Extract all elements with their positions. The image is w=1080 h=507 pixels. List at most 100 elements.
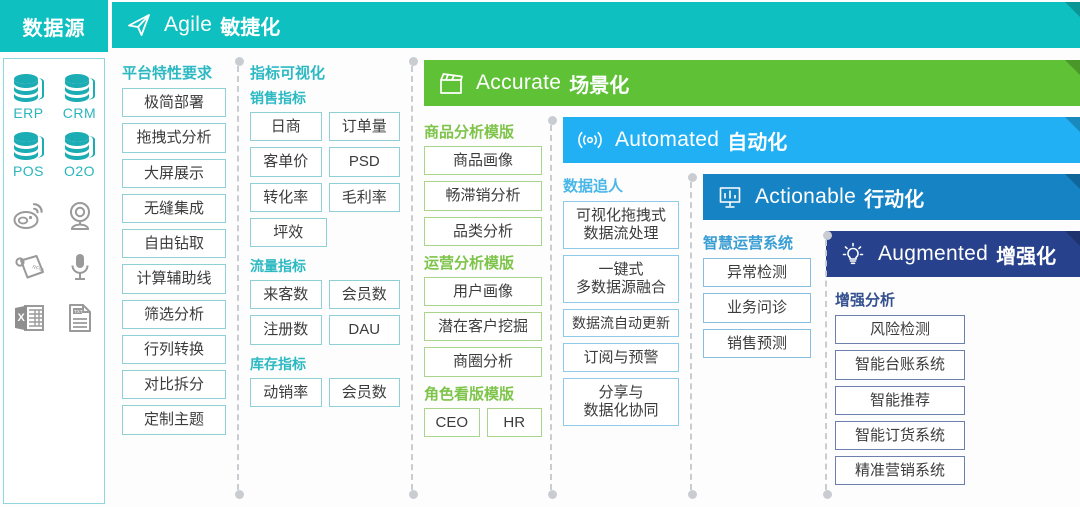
chip[interactable]: 计算辅助线	[122, 264, 226, 294]
fold-corner	[1065, 60, 1080, 75]
datasource-item-textfile[interactable]: TXT	[67, 303, 93, 338]
chip[interactable]: 日商	[250, 112, 322, 142]
banner-en-label: Agile	[164, 13, 213, 36]
chip[interactable]: 会员数	[328, 377, 400, 407]
chip-row: 日商 订单量	[250, 112, 400, 147]
group-title: 库存指标	[250, 355, 306, 372]
chip[interactable]: 极简部署	[122, 88, 226, 118]
banner-augmented[interactable]: Augmented 增强化	[826, 231, 1080, 277]
chip-line: 数据化协同	[583, 402, 659, 420]
datasource-item-excel[interactable]: X	[13, 303, 45, 338]
chip[interactable]: 行列转换	[122, 334, 226, 364]
banner-accurate[interactable]: Accurate 场景化	[424, 60, 1080, 106]
datasource-item-microphone[interactable]	[68, 252, 92, 287]
column-title: 智慧运营系统	[703, 235, 794, 252]
database-grid: ERP CRM POS O2O	[3, 73, 105, 185]
chip[interactable]: 销售预测	[703, 328, 811, 358]
chip[interactable]: 用户画像	[424, 276, 542, 306]
datasource-item-erp[interactable]: ERP	[12, 73, 46, 127]
column-title: 增强分析	[835, 292, 896, 309]
chip[interactable]: 畅滞销分析	[424, 181, 542, 211]
banner-en-label: Actionable	[755, 185, 857, 208]
chip[interactable]: 精准营销系统	[835, 456, 965, 486]
datasource-panel: 数据源 ERP CRM POS O2O RFID X TXT	[0, 0, 108, 507]
datasource-item-weibo[interactable]	[13, 201, 45, 236]
chip[interactable]: 毛利率	[328, 182, 400, 212]
chip[interactable]: 商品画像	[424, 146, 542, 176]
chip[interactable]: 风险检测	[835, 315, 965, 345]
excel-file-icon: X	[14, 305, 44, 331]
chip[interactable]: 来客数	[250, 280, 322, 310]
database-icon	[13, 74, 44, 102]
chip[interactable]: 业务问诊	[703, 293, 811, 323]
chip[interactable]: 注册数	[250, 315, 322, 345]
chip[interactable]: 商圈分析	[424, 347, 542, 377]
chip[interactable]: 坪效	[250, 217, 327, 247]
datasource-body: ERP CRM POS O2O RFID X TXT	[3, 58, 105, 504]
column-datachase: 数据追人 可视化拖拽式 数据流处理 一键式 多数据源融合 数据流自动更新 订阅与…	[563, 175, 679, 432]
chip[interactable]: DAU	[328, 315, 400, 345]
chip[interactable]: 转化率	[250, 182, 322, 212]
chip[interactable]: 品类分析	[424, 216, 542, 246]
fold-corner	[1065, 231, 1080, 246]
chip[interactable]: 智能台账系统	[835, 350, 965, 380]
svg-text:TXT: TXT	[74, 309, 83, 314]
datasource-label: O2O	[63, 163, 96, 179]
group-title: 角色看版模版	[424, 385, 515, 403]
banner-cn-label: 场景化	[569, 74, 630, 97]
chip-line: 多数据源融合	[575, 279, 666, 296]
banner-automated[interactable]: Automated 自动化	[563, 117, 1080, 163]
chip[interactable]: 定制主题	[122, 405, 226, 435]
lightbulb-icon	[842, 242, 864, 265]
column-scenario: 商品分析模版 商品画像 畅滞销分析 品类分析 运营分析模版 用户画像 潜在客户挖…	[424, 118, 542, 443]
datasource-item-o2o[interactable]: O2O	[63, 131, 97, 185]
chip[interactable]: 拖拽式分析	[122, 123, 226, 153]
group-title: 流量指标	[250, 258, 306, 274]
chip[interactable]: 一键式 多数据源融合	[563, 255, 679, 303]
rfid-tag-icon: RFID	[14, 255, 44, 279]
datasource-item-crm[interactable]: CRM	[63, 73, 97, 127]
chip[interactable]: 潜在客户挖掘	[424, 312, 542, 342]
banner-en-label: Augmented	[878, 242, 989, 265]
bar-chart-icon	[719, 187, 741, 208]
database-icon	[13, 132, 44, 160]
chip-row: 转化率 毛利率	[250, 182, 400, 218]
chip[interactable]: 异常检测	[703, 258, 811, 288]
banner-cn-label: 自动化	[727, 131, 788, 154]
chip-row: 客单价 PSD	[250, 147, 400, 182]
divider-3	[548, 116, 557, 499]
chip-line: 数据流处理	[583, 225, 659, 242]
chip[interactable]: 智能推荐	[835, 385, 965, 415]
datasource-title: 数据源	[0, 0, 108, 52]
banner-agile[interactable]: Agile 敏捷化	[112, 2, 1080, 48]
chip[interactable]: 无缝集成	[122, 193, 226, 223]
chip[interactable]: 大屏展示	[122, 158, 226, 188]
chip[interactable]: 客单价	[250, 147, 322, 177]
svg-text:RFID: RFID	[31, 264, 44, 274]
banner-cn-label: 行动化	[864, 188, 925, 211]
chip[interactable]: 订单量	[328, 112, 400, 142]
chip[interactable]: HR	[486, 407, 542, 437]
column-metrics: 指标可视化 销售指标 日商 订单量 客单价 PSD 转化率 毛利率 坪效 流量指…	[250, 62, 400, 413]
chip[interactable]: 智能订货系统	[835, 420, 965, 450]
chip[interactable]: 对比拆分	[122, 370, 226, 400]
clapperboard-icon	[440, 73, 463, 94]
chip[interactable]: PSD	[328, 147, 400, 177]
datasource-item-pos[interactable]: POS	[12, 131, 46, 185]
banner-actionable[interactable]: Actionable 行动化	[703, 174, 1080, 220]
datasource-item-webcam[interactable]	[65, 201, 95, 236]
chip[interactable]: 订阅与预警	[563, 343, 679, 373]
chip[interactable]: 数据流自动更新	[563, 309, 679, 338]
chip[interactable]: CEO	[424, 407, 480, 437]
column-platform: 平台特性要求 极简部署 拖拽式分析 大屏展示 无缝集成 自由钻取 计算辅助线 筛…	[122, 62, 226, 441]
chip[interactable]: 动销率	[250, 377, 322, 407]
datasource-item-rfid[interactable]: RFID	[12, 252, 46, 287]
database-icon	[64, 132, 95, 160]
chip[interactable]: 筛选分析	[122, 299, 226, 329]
chip[interactable]: 分享与 数据化协同	[563, 378, 679, 427]
banner-en-label: Automated	[615, 128, 720, 151]
chip[interactable]: 可视化拖拽式 数据流处理	[563, 201, 679, 249]
divider-4	[688, 173, 697, 499]
chip[interactable]: 自由钻取	[122, 229, 226, 259]
chip[interactable]: 会员数	[328, 280, 400, 310]
